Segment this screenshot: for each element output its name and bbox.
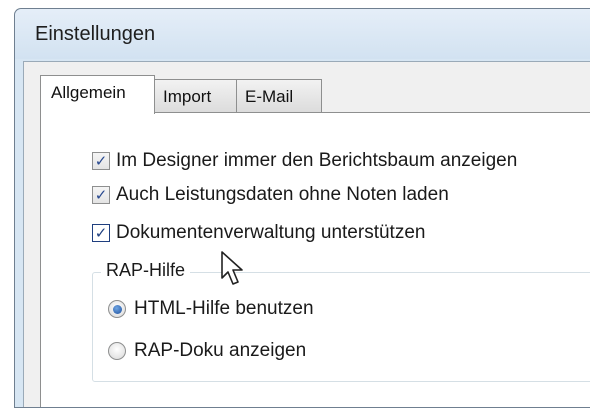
title-bar: Einstellungen	[15, 9, 590, 59]
checkbox-row-dokumentenverwaltung[interactable]: ✓ Dokumentenverwaltung unterstützen	[92, 222, 425, 244]
arrow-pointer-icon	[221, 251, 243, 285]
checkbox-berichtsbaum[interactable]: ✓	[92, 152, 110, 170]
checkbox-leistungsdaten[interactable]: ✓	[92, 186, 110, 204]
checkbox-label: Im Designer immer den Berichtsbaum anzei…	[116, 150, 518, 171]
checkbox-row-leistungsdaten[interactable]: ✓ Auch Leistungsdaten ohne Noten laden	[92, 184, 449, 206]
checkbox-label: Auch Leistungsdaten ohne Noten laden	[116, 184, 449, 205]
radio-row-html-hilfe[interactable]: HTML-Hilfe benutzen	[108, 298, 314, 320]
rap-hilfe-groupbox: RAP-Hilfe	[92, 260, 590, 382]
radio-selected-dot	[112, 304, 122, 314]
checkbox-dokumentenverwaltung[interactable]: ✓	[92, 224, 110, 242]
tab-email[interactable]: E-Mail	[236, 79, 322, 112]
radio-row-rap-doku[interactable]: RAP-Doku anzeigen	[108, 340, 306, 362]
checkbox-label: Dokumentenverwaltung unterstützen	[116, 222, 426, 243]
groupbox-label: RAP-Hilfe	[101, 260, 191, 281]
tab-import[interactable]: Import	[154, 79, 238, 112]
radio-html-hilfe[interactable]	[108, 300, 126, 318]
radio-label: HTML-Hilfe benutzen	[134, 298, 314, 319]
tab-allgemein[interactable]: Allgemein	[40, 75, 155, 114]
window-title: Einstellungen	[35, 23, 156, 45]
radio-rap-doku[interactable]	[108, 342, 126, 360]
checkbox-row-berichtsbaum[interactable]: ✓ Im Designer immer den Berichtsbaum anz…	[92, 150, 517, 172]
radio-label: RAP-Doku anzeigen	[134, 340, 307, 361]
